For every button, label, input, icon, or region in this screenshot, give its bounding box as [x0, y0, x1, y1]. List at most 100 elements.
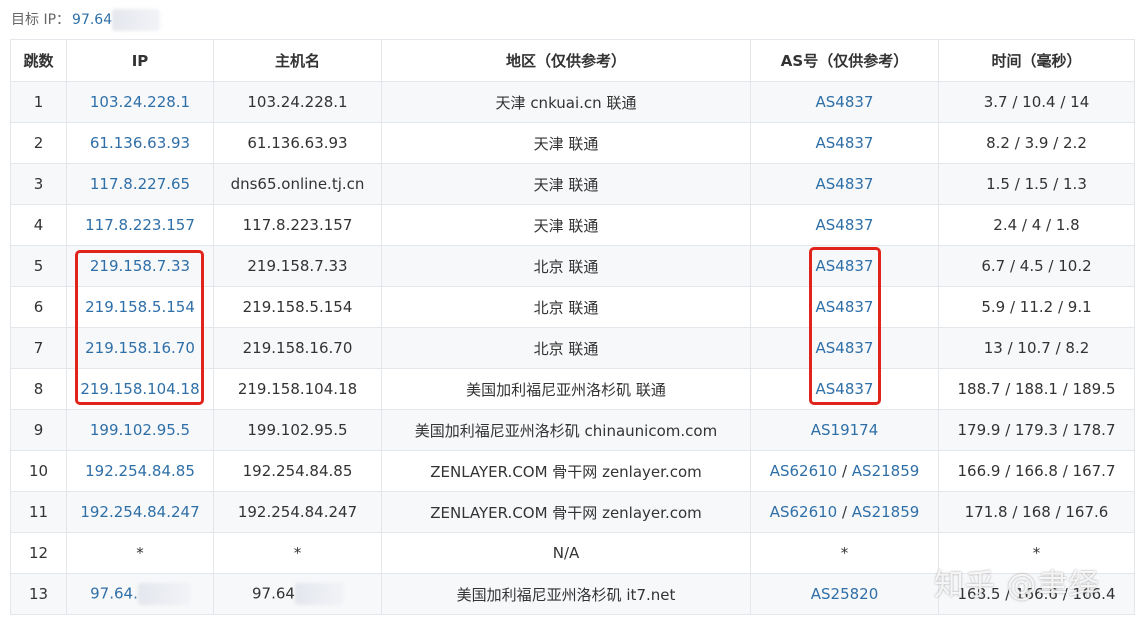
ip-cell-text[interactable]: 192.254.84.85	[85, 462, 195, 480]
hostname-cell: 192.254.84.85	[213, 450, 382, 492]
region-cell: 北京 联通	[381, 245, 751, 287]
hostname-cell: 219.158.16.70	[213, 327, 382, 369]
as-separator: /	[837, 503, 852, 521]
target-ip-line: 目标 IP： 97.64	[11, 8, 161, 32]
hostname-cell: 219.158.7.33	[213, 245, 382, 287]
target-ip-label: 目标 IP：	[11, 12, 71, 28]
hop-cell: 4	[10, 204, 67, 246]
as-cell: AS62610 / AS21859	[750, 491, 939, 533]
time-cell: 166.9 / 166.8 / 167.7	[938, 450, 1135, 492]
hostname-cell-text: 117.8.223.157	[242, 216, 353, 234]
hostname-cell-text: 219.158.5.154	[242, 298, 353, 316]
as-link[interactable]: AS25820	[811, 585, 879, 603]
time-cell-text: 179.9 / 179.3 / 178.7	[957, 421, 1116, 439]
hostname-cell-text: 219.158.16.70	[242, 339, 353, 357]
hostname-cell-text: 103.24.228.1	[247, 93, 348, 111]
ip-cell: *	[66, 532, 214, 574]
ip-cell-text[interactable]: 199.102.95.5	[90, 421, 190, 439]
table-row: 3 117.8.227.65 dns65.online.tj.cn 天津 联通 AS48…	[10, 163, 1135, 205]
time-cell: 5.9 / 11.2 / 9.1	[938, 286, 1135, 328]
region-cell-text: 北京 联通	[533, 339, 599, 358]
hop-cell-text: 1	[33, 93, 44, 111]
hostname-cell: 199.102.95.5	[213, 409, 382, 451]
header-time: 时间（毫秒）	[938, 39, 1135, 82]
ip-cell-text[interactable]: 117.8.227.65	[90, 175, 190, 193]
region-cell-text: ZENLAYER.COM 骨干网 zenlayer.com	[430, 503, 702, 522]
redacted-ip-suffix	[112, 9, 161, 31]
as-link[interactable]: AS19174	[811, 421, 879, 439]
time-cell: 171.8 / 168 / 167.6	[938, 491, 1135, 533]
as-cell: AS4837	[750, 122, 939, 164]
as-link[interactable]: AS4837	[816, 134, 874, 152]
as-cell: AS62610 / AS21859	[750, 450, 939, 492]
hostname-cell-text: 61.136.63.93	[247, 134, 348, 152]
ip-cell: 97.64.	[66, 573, 214, 615]
hop-cell: 2	[10, 122, 67, 164]
ip-cell-text[interactable]: 61.136.63.93	[90, 134, 190, 152]
region-cell-text: 美国加利福尼亚州洛杉矶 chinaunicom.com	[414, 421, 718, 440]
hop-cell-text: 8	[33, 380, 44, 398]
hop-cell-text: 9	[33, 421, 44, 439]
hostname-cell-text: 199.102.95.5	[247, 421, 348, 439]
as-cell: AS4837	[750, 286, 939, 328]
region-cell: ZENLAYER.COM 骨干网 zenlayer.com	[381, 450, 751, 492]
as-link[interactable]: AS4837	[816, 339, 874, 357]
hop-cell-text: 13	[28, 585, 49, 603]
region-cell-text: 北京 联通	[533, 298, 599, 317]
region-cell: 天津 联通	[381, 122, 751, 164]
region-cell-text: 北京 联通	[533, 257, 599, 276]
ip-cell-text[interactable]: 117.8.223.157	[85, 216, 195, 234]
hostname-cell-text: 219.158.7.33	[247, 257, 348, 275]
table-row: 6 219.158.5.154 219.158.5.154 北京 联通 AS4837 5.…	[10, 286, 1135, 328]
as-link[interactable]: AS21859	[852, 503, 920, 521]
ip-cell-text[interactable]: 219.158.5.154	[85, 298, 195, 316]
as-link[interactable]: AS62610	[770, 503, 838, 521]
header-ip: IP	[66, 39, 214, 82]
ip-cell-text[interactable]: 97.64.	[90, 585, 138, 603]
as-link[interactable]: AS4837	[816, 216, 874, 234]
as-cell: AS4837	[750, 368, 939, 410]
time-cell-text: 5.9 / 11.2 / 9.1	[981, 298, 1092, 316]
time-cell: 179.9 / 179.3 / 178.7	[938, 409, 1135, 451]
as-link[interactable]: AS21859	[852, 462, 920, 480]
redacted-host-blur	[294, 583, 343, 605]
table-row: 8 219.158.104.18 219.158.104.18 美国加利福尼亚州洛杉矶…	[10, 368, 1135, 410]
as-link[interactable]: AS4837	[816, 175, 874, 193]
as-cell: AS4837	[750, 163, 939, 205]
time-cell: 6.7 / 4.5 / 10.2	[938, 245, 1135, 287]
hop-cell-text: 2	[33, 134, 44, 152]
as-link[interactable]: AS4837	[816, 257, 874, 275]
time-cell-text: 168.5 / 166.6 / 166.4	[957, 585, 1116, 603]
as-link[interactable]: AS62610	[770, 462, 838, 480]
table-row: 12 * * N/A * *	[10, 532, 1135, 574]
hop-cell-text: 7	[33, 339, 44, 357]
as-link[interactable]: AS4837	[816, 298, 874, 316]
as-link[interactable]: AS4837	[816, 93, 874, 111]
region-cell: 北京 联通	[381, 327, 751, 369]
ip-cell-text[interactable]: 103.24.228.1	[90, 93, 190, 111]
ip-cell: 219.158.16.70	[66, 327, 214, 369]
as-link: *	[840, 544, 849, 562]
ip-cell-text[interactable]: 219.158.104.18	[80, 380, 199, 398]
ip-cell-text[interactable]: 219.158.7.33	[90, 257, 190, 275]
traceroute-table: 跳数 IP 主机名 地区（仅供参考） AS号（仅供参考） 时间（毫秒） 1 103…	[10, 39, 1135, 615]
ip-cell: 103.24.228.1	[66, 81, 214, 123]
time-cell-text: 166.9 / 166.8 / 167.7	[957, 462, 1116, 480]
target-ip-value: 97.64	[72, 12, 113, 28]
hostname-cell-text: 192.254.84.247	[237, 503, 358, 521]
time-cell: 3.7 / 10.4 / 14	[938, 81, 1135, 123]
hop-cell: 12	[10, 532, 67, 574]
ip-cell: 219.158.7.33	[66, 245, 214, 287]
region-cell-text: 天津 联通	[533, 216, 599, 235]
region-cell-text: ZENLAYER.COM 骨干网 zenlayer.com	[430, 462, 702, 481]
table-row: 2 61.136.63.93 61.136.63.93 天津 联通 AS4837 8.2 …	[10, 122, 1135, 164]
ip-cell: 192.254.84.247	[66, 491, 214, 533]
hop-cell: 10	[10, 450, 67, 492]
hostname-cell: 219.158.104.18	[213, 368, 382, 410]
ip-cell-text[interactable]: 192.254.84.247	[80, 503, 199, 521]
as-cell: AS4837	[750, 81, 939, 123]
as-link[interactable]: AS4837	[816, 380, 874, 398]
hop-cell-text: 6	[33, 298, 44, 316]
hostname-cell-text: dns65.online.tj.cn	[230, 175, 365, 193]
ip-cell-text[interactable]: 219.158.16.70	[85, 339, 195, 357]
